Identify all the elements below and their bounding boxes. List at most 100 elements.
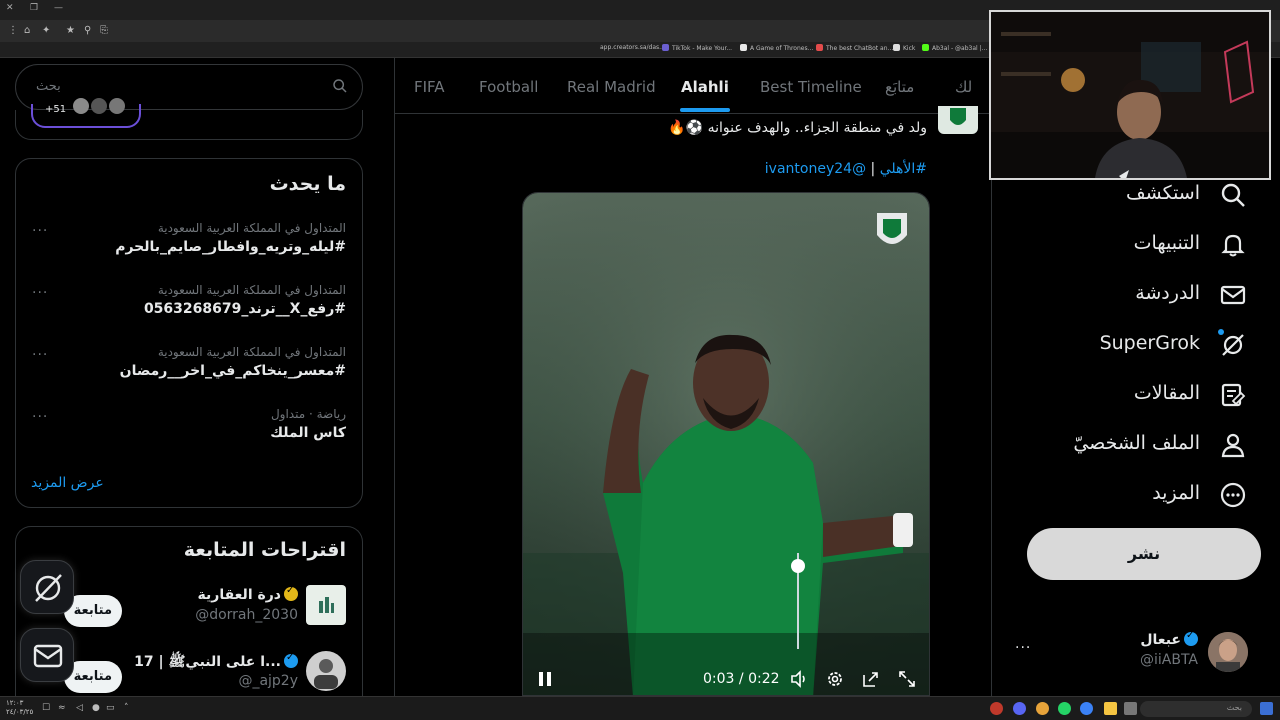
trend-name: #ليله_وتريه_وافطار_صايم_بالحرم (115, 239, 346, 255)
avatar[interactable] (306, 585, 346, 625)
trend-item[interactable]: رياضة · متداول كاس الملك ··· (16, 407, 362, 467)
mention-link[interactable]: @ivantoney24 (765, 161, 866, 177)
tweet-tags: #الأهلي | @ivantoney24 (765, 161, 927, 177)
bookmark-item[interactable]: The best ChatBot an... (816, 44, 893, 52)
wifi-icon[interactable]: ≈ (58, 703, 66, 713)
bookmark-favicon-icon (922, 44, 929, 51)
bookmark-item[interactable]: A Game of Thrones... (740, 44, 813, 52)
picture-in-picture-icon[interactable] (861, 669, 881, 689)
duration: 0:22 (748, 671, 780, 687)
badge-count: +51 (45, 104, 67, 115)
trend-item[interactable]: المتداول في المملكة العربية السعودية #لي… (16, 221, 362, 281)
trend-item[interactable]: المتداول في المملكة العربية السعودية #رف… (16, 283, 362, 343)
share-icon[interactable]: ⎘ (100, 25, 108, 36)
nav-notifications[interactable]: التنبيهات (1016, 230, 1246, 264)
trend-name: #معسر_ينخاكم_في_اخر__رمضان (119, 363, 346, 379)
profile-icon (1221, 433, 1245, 458)
settings-gear-icon[interactable] (825, 669, 845, 689)
timeline: FIFA Football Real Madrid Alahli Best Ti… (394, 58, 992, 696)
timeline-tabs (395, 58, 991, 114)
zoom-icon[interactable]: ⚲ (84, 25, 91, 36)
home-icon[interactable]: ⌂ (24, 25, 30, 36)
battery-icon[interactable]: ▭ (106, 703, 115, 713)
app-icon[interactable] (1080, 702, 1093, 715)
more-icon[interactable]: ··· (32, 223, 48, 239)
nav-profile[interactable]: الملف الشخصيّ (1016, 430, 1246, 464)
window-minimize-icon[interactable]: — (54, 3, 63, 13)
nav-explore[interactable]: استكشف (1016, 180, 1246, 214)
nav-articles[interactable]: المقالات (1016, 380, 1246, 414)
webcam-feed (991, 12, 1269, 178)
fullscreen-icon[interactable] (897, 669, 917, 689)
mic-icon[interactable]: ● (92, 703, 100, 713)
whatsapp-icon[interactable] (1058, 702, 1071, 715)
follow-title: اقتراحات المتابعة (183, 539, 346, 561)
more-icon[interactable]: ··· (1015, 640, 1031, 656)
suggestion-handle: @_ajp2y (238, 673, 298, 689)
subscribers-pill[interactable]: +51 (31, 98, 141, 128)
trend-name: كاس الملك (270, 425, 346, 441)
video-player[interactable]: 0:03 / 0:22 (522, 192, 930, 696)
app-icon[interactable] (990, 702, 1003, 715)
time-separator: / (738, 671, 744, 687)
menu-icon[interactable]: ⋮ (8, 25, 18, 36)
taskbar-clock[interactable]: ١٢:٠٣ ٢٤/٠٣/٢٥ (6, 699, 33, 717)
suggestion-handle: @dorrah_2030 (195, 607, 298, 623)
nav-more[interactable]: المزيد (1016, 480, 1246, 514)
trend-context: رياضة · متداول (270, 407, 346, 421)
window-close-icon[interactable]: ✕ (6, 3, 14, 13)
mail-icon (33, 644, 63, 668)
clock-time: ١٢:٠٣ (6, 699, 24, 707)
verified-badge-icon (1184, 630, 1198, 646)
alahli-avatar[interactable] (938, 106, 978, 134)
search-icon (1221, 183, 1245, 207)
trend-item[interactable]: المتداول في المملكة العربية السعودية #مع… (16, 345, 362, 405)
mail-icon (1220, 285, 1246, 305)
bookmark-item[interactable]: app.creators.sa/das... (600, 44, 665, 51)
chrome-icon[interactable] (1036, 702, 1049, 715)
hashtag-link[interactable]: #الأهلي (880, 161, 927, 177)
windows-start-icon[interactable] (1260, 702, 1273, 715)
messages-float-button[interactable] (20, 628, 74, 682)
tag-separator: | (870, 161, 876, 177)
more-icon[interactable]: ··· (32, 409, 48, 425)
extension-icon[interactable]: ✦ (42, 25, 50, 36)
speaker-icon[interactable]: ◁ (76, 703, 83, 713)
volume-thumb[interactable] (791, 558, 805, 573)
taskbar-search[interactable]: بحث (1140, 701, 1252, 717)
volume-slider[interactable] (791, 553, 805, 649)
more-icon[interactable]: ··· (32, 347, 48, 363)
search-placeholder-text: بحث (36, 79, 61, 94)
bookmark-item[interactable]: TikTok - Make Your... (662, 44, 732, 52)
chevron-up-icon[interactable]: ˄ (124, 703, 129, 713)
folder-icon[interactable] (1104, 702, 1117, 715)
volume-icon[interactable] (789, 669, 809, 689)
grok-icon (35, 574, 62, 602)
more-icon[interactable]: ··· (32, 285, 48, 301)
post-button[interactable]: نشر (1027, 528, 1261, 580)
video-frame (523, 193, 929, 695)
nav-label: المزيد (1152, 482, 1200, 504)
notification-icon[interactable]: ☐ (42, 703, 50, 713)
nav-label: الدردشة (1135, 282, 1200, 304)
bookmark-item[interactable]: Kick (893, 44, 915, 52)
window-restore-icon[interactable]: ❐ (30, 3, 38, 13)
nav-supergrok[interactable]: SuperGrok (1016, 330, 1246, 364)
avatar (109, 98, 125, 114)
avatar[interactable] (306, 651, 346, 691)
account-switcher[interactable]: عبعال @iiABTA ··· (993, 626, 1280, 676)
app-icon[interactable] (1124, 702, 1137, 715)
tweet-text: ولد في منطقة الجزاء.. والهدف عنوانه ⚽️🔥 (668, 120, 927, 136)
webcam-overlay (989, 10, 1271, 180)
pause-icon[interactable] (535, 669, 555, 689)
grok-float-button[interactable] (20, 560, 74, 614)
account-handle: @iiABTA (1139, 652, 1198, 668)
nav-label: المقالات (1133, 382, 1200, 404)
bookmark-item[interactable]: Ab3al - @ab3al |... (922, 44, 987, 52)
trend-context: المتداول في المملكة العربية السعودية (157, 283, 346, 297)
show-more-link[interactable]: عرض المزيد (31, 475, 104, 491)
nav-chat[interactable]: الدردشة (1016, 280, 1246, 314)
avatar (1208, 632, 1248, 672)
star-icon[interactable]: ★ (66, 25, 75, 36)
discord-icon[interactable] (1013, 702, 1026, 715)
